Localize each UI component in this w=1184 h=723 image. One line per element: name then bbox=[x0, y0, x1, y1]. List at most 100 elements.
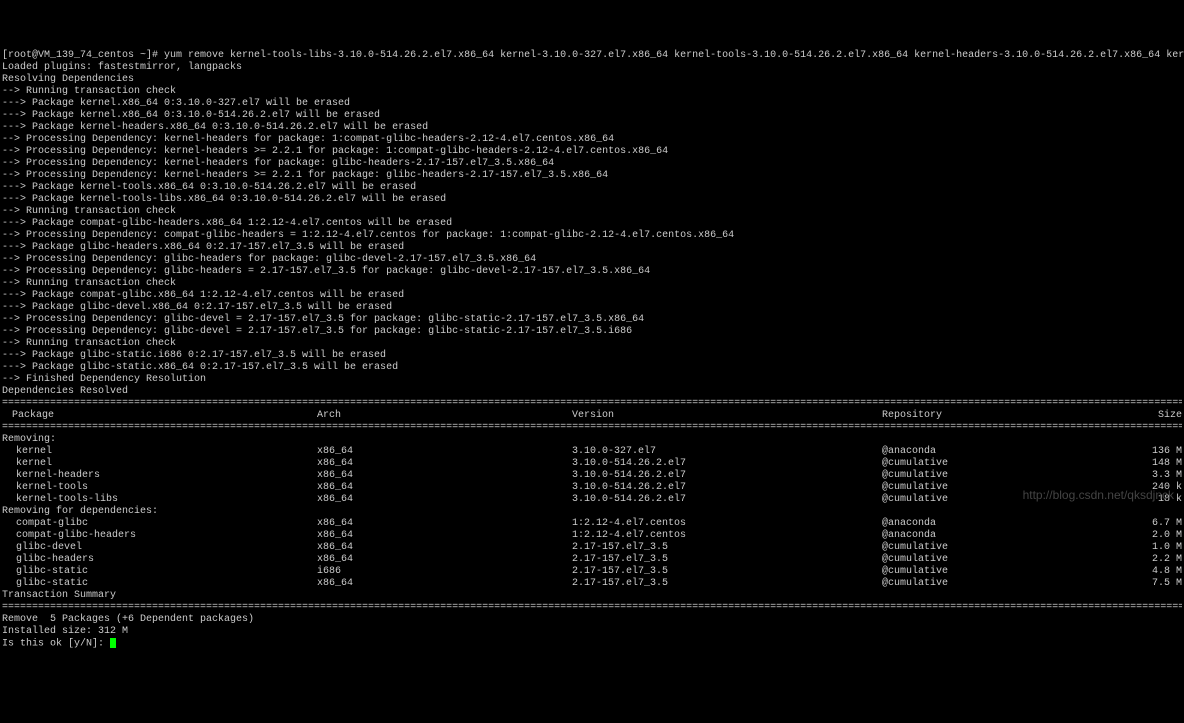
table-cell: kernel-tools-libs bbox=[2, 494, 317, 506]
terminal-line: ---> Package glibc-static.i686 0:2.17-15… bbox=[2, 350, 1182, 362]
table-row: glibc-statici6862.17-157.el7_3.5@cumulat… bbox=[2, 566, 1182, 578]
table-cell: x86_64 bbox=[317, 494, 572, 506]
table-cell: 3.10.0-514.26.2.el7 bbox=[572, 482, 882, 494]
table-row: kernel-headersx86_643.10.0-514.26.2.el7@… bbox=[2, 470, 1182, 482]
table-cell: x86_64 bbox=[317, 554, 572, 566]
terminal-line: --> Processing Dependency: glibc-headers… bbox=[2, 254, 1182, 266]
table-cell: 1:2.12-4.el7.centos bbox=[572, 518, 882, 530]
table-cell: 2.0 M bbox=[1132, 530, 1182, 542]
terminal-line: --> Processing Dependency: compat-glibc-… bbox=[2, 230, 1182, 242]
divider: ========================================… bbox=[2, 398, 1182, 410]
divider: ========================================… bbox=[2, 422, 1182, 434]
table-cell: Arch bbox=[317, 410, 572, 422]
table-cell: Size bbox=[1132, 410, 1182, 422]
table-row: kernelx86_643.10.0-327.el7@anaconda136 M bbox=[2, 446, 1182, 458]
terminal-line: ---> Package kernel-headers.x86_64 0:3.1… bbox=[2, 122, 1182, 134]
table-cell: glibc-static bbox=[2, 566, 317, 578]
table-cell: 6.7 M bbox=[1132, 518, 1182, 530]
cursor bbox=[110, 638, 116, 648]
confirm-prompt[interactable]: Is this ok [y/N]: bbox=[2, 638, 1182, 651]
table-cell: @cumulative bbox=[882, 542, 1132, 554]
terminal-line: Transaction Summary bbox=[2, 590, 1182, 602]
terminal-line: --> Processing Dependency: kernel-header… bbox=[2, 170, 1182, 182]
terminal-line: Resolving Dependencies bbox=[2, 74, 1182, 86]
terminal-line: --> Processing Dependency: kernel-header… bbox=[2, 134, 1182, 146]
table-cell: @cumulative bbox=[882, 458, 1132, 470]
terminal-line: ---> Package glibc-headers.x86_64 0:2.17… bbox=[2, 242, 1182, 254]
table-cell: 7.5 M bbox=[1132, 578, 1182, 590]
table-cell: compat-glibc bbox=[2, 518, 317, 530]
terminal-line: --> Processing Dependency: glibc-headers… bbox=[2, 266, 1182, 278]
table-cell: 3.10.0-327.el7 bbox=[572, 446, 882, 458]
terminal-line: ---> Package compat-glibc-headers.x86_64… bbox=[2, 218, 1182, 230]
terminal-line: ---> Package glibc-static.x86_64 0:2.17-… bbox=[2, 362, 1182, 374]
terminal-line: --> Processing Dependency: kernel-header… bbox=[2, 146, 1182, 158]
terminal-line: --> Finished Dependency Resolution bbox=[2, 374, 1182, 386]
terminal-line: Removing: bbox=[2, 434, 1182, 446]
terminal-line: Loaded plugins: fastestmirror, langpacks bbox=[2, 62, 1182, 74]
table-cell: kernel-tools bbox=[2, 482, 317, 494]
table-cell: Repository bbox=[882, 410, 1132, 422]
table-cell: Version bbox=[572, 410, 882, 422]
table-cell: 4.8 M bbox=[1132, 566, 1182, 578]
table-cell: glibc-static bbox=[2, 578, 317, 590]
divider: ========================================… bbox=[2, 602, 1182, 614]
terminal-line: ---> Package kernel-tools.x86_64 0:3.10.… bbox=[2, 182, 1182, 194]
table-cell: 3.10.0-514.26.2.el7 bbox=[572, 494, 882, 506]
table-cell: 3.10.0-514.26.2.el7 bbox=[572, 458, 882, 470]
table-cell: @anaconda bbox=[882, 446, 1132, 458]
table-row: compat-glibcx86_641:2.12-4.el7.centos@an… bbox=[2, 518, 1182, 530]
table-cell: @anaconda bbox=[882, 530, 1132, 542]
terminal-output: [root@VM_139_74_centos ~]# yum remove ke… bbox=[2, 50, 1182, 651]
table-cell: @cumulative bbox=[882, 566, 1132, 578]
table-cell: 3.3 M bbox=[1132, 470, 1182, 482]
confirm-text: Is this ok [y/N]: bbox=[2, 639, 110, 650]
terminal-line: Installed size: 312 M bbox=[2, 626, 1182, 638]
terminal-line: ---> Package glibc-devel.x86_64 0:2.17-1… bbox=[2, 302, 1182, 314]
table-cell: @cumulative bbox=[882, 554, 1132, 566]
table-row: PackageArchVersionRepositorySize bbox=[2, 410, 1182, 422]
table-row: kernel-tools-libsx86_643.10.0-514.26.2.e… bbox=[2, 494, 1182, 506]
table-cell: x86_64 bbox=[317, 530, 572, 542]
table-cell: @anaconda bbox=[882, 518, 1132, 530]
table-cell: compat-glibc-headers bbox=[2, 530, 317, 542]
table-cell: kernel bbox=[2, 446, 317, 458]
table-cell: i686 bbox=[317, 566, 572, 578]
terminal-line: ---> Package kernel.x86_64 0:3.10.0-514.… bbox=[2, 110, 1182, 122]
terminal-line: Dependencies Resolved bbox=[2, 386, 1182, 398]
table-cell: x86_64 bbox=[317, 518, 572, 530]
table-cell: Package bbox=[2, 410, 317, 422]
terminal-line: ---> Package kernel-tools-libs.x86_64 0:… bbox=[2, 194, 1182, 206]
terminal-line: --> Processing Dependency: kernel-header… bbox=[2, 158, 1182, 170]
table-cell: glibc-devel bbox=[2, 542, 317, 554]
table-cell: x86_64 bbox=[317, 446, 572, 458]
terminal-line: --> Running transaction check bbox=[2, 206, 1182, 218]
table-row: glibc-headersx86_642.17-157.el7_3.5@cumu… bbox=[2, 554, 1182, 566]
table-row: compat-glibc-headersx86_641:2.12-4.el7.c… bbox=[2, 530, 1182, 542]
terminal-line: ---> Package kernel.x86_64 0:3.10.0-327.… bbox=[2, 98, 1182, 110]
terminal-line: Remove 5 Packages (+6 Dependent packages… bbox=[2, 614, 1182, 626]
terminal-line: [root@VM_139_74_centos ~]# yum remove ke… bbox=[2, 50, 1182, 62]
table-cell: @cumulative bbox=[882, 578, 1132, 590]
table-row: glibc-develx86_642.17-157.el7_3.5@cumula… bbox=[2, 542, 1182, 554]
watermark: http://blog.csdn.net/qksdjnck bbox=[1023, 488, 1174, 502]
table-cell: @cumulative bbox=[882, 470, 1132, 482]
terminal-line: --> Processing Dependency: glibc-devel =… bbox=[2, 314, 1182, 326]
table-cell: kernel-headers bbox=[2, 470, 317, 482]
table-cell: 2.17-157.el7_3.5 bbox=[572, 542, 882, 554]
terminal-line: Removing for dependencies: bbox=[2, 506, 1182, 518]
table-cell: x86_64 bbox=[317, 542, 572, 554]
table-cell: x86_64 bbox=[317, 578, 572, 590]
table-cell: 136 M bbox=[1132, 446, 1182, 458]
table-cell: 1:2.12-4.el7.centos bbox=[572, 530, 882, 542]
terminal-line: ---> Package compat-glibc.x86_64 1:2.12-… bbox=[2, 290, 1182, 302]
table-cell: glibc-headers bbox=[2, 554, 317, 566]
table-cell: 2.17-157.el7_3.5 bbox=[572, 554, 882, 566]
table-cell: x86_64 bbox=[317, 482, 572, 494]
terminal-line: --> Running transaction check bbox=[2, 86, 1182, 98]
table-row: glibc-staticx86_642.17-157.el7_3.5@cumul… bbox=[2, 578, 1182, 590]
table-cell: kernel bbox=[2, 458, 317, 470]
table-cell: 2.2 M bbox=[1132, 554, 1182, 566]
terminal-line: --> Running transaction check bbox=[2, 278, 1182, 290]
table-cell: 2.17-157.el7_3.5 bbox=[572, 578, 882, 590]
